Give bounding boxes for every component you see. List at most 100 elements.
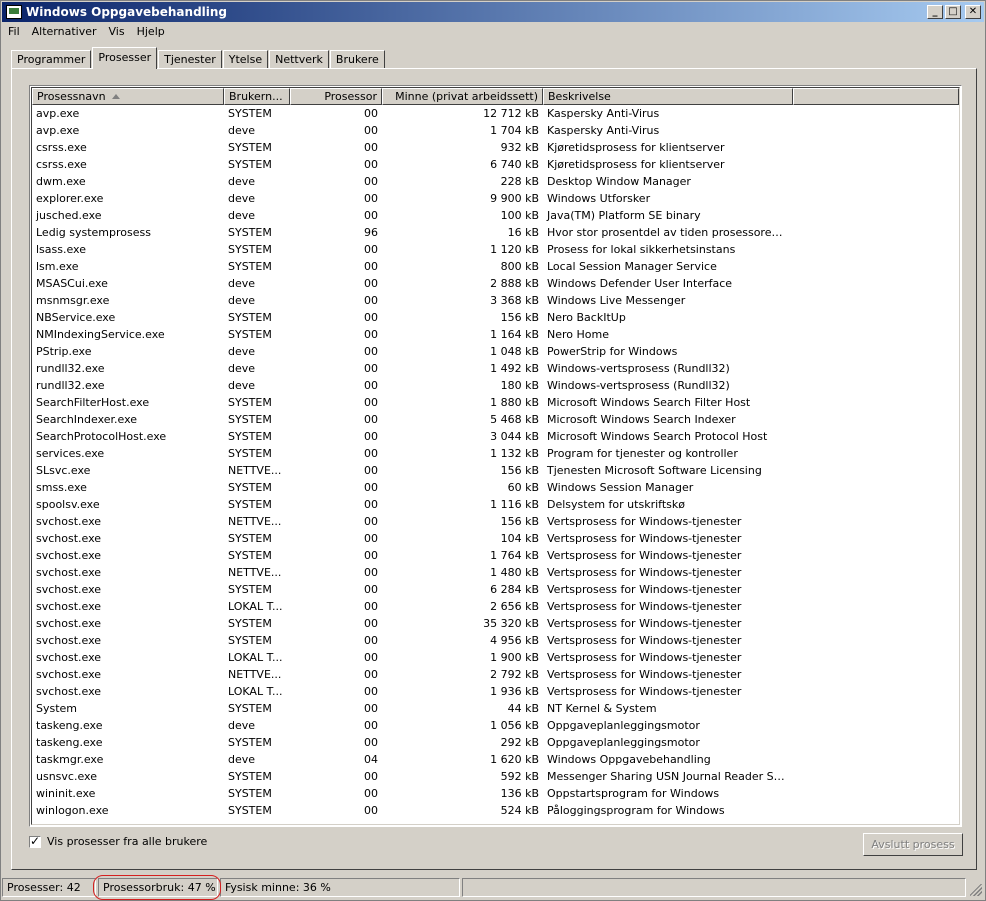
- process-row[interactable]: usnsvc.exe SYSTEM 00 592 kB Messenger Sharin…: [32, 768, 959, 785]
- process-row[interactable]: avp.exe SYSTEM 00 12 712 kB Kaspersky Anti-V…: [32, 105, 959, 122]
- process-row[interactable]: lsass.exe SYSTEM 00 1 120 kB Prosess for lok…: [32, 241, 959, 258]
- title-bar[interactable]: Windows Oppgavebehandling _ □ ✕: [2, 2, 984, 22]
- process-list[interactable]: Prosessnavn Brukern... Prosessor Minne (…: [29, 85, 962, 827]
- process-description-cell: Tjenesten Microsoft Software Licensing: [547, 464, 762, 477]
- process-cpu-cell: 00: [364, 260, 378, 273]
- minimize-button[interactable]: _: [927, 5, 943, 19]
- process-row[interactable]: avp.exe deve 00 1 704 kB Kaspersky Anti-Viru…: [32, 122, 959, 139]
- column-header-name[interactable]: Prosessnavn: [32, 88, 224, 105]
- process-description-cell: Windows Live Messenger: [547, 294, 686, 307]
- process-description-cell: Vertsprosess for Windows-tjenester: [547, 651, 742, 664]
- process-row[interactable]: explorer.exe deve 00 9 900 kB Windows Utfors…: [32, 190, 959, 207]
- process-row[interactable]: svchost.exe SYSTEM 00 6 284 kB Vertsprosess …: [32, 581, 959, 598]
- process-list-frame: Prosessnavn Brukern... Prosessor Minne (…: [31, 87, 960, 825]
- process-description-cell: Vertsprosess for Windows-tjenester: [547, 634, 742, 647]
- process-memory-cell: 1 480 kB: [490, 566, 539, 579]
- menu-options[interactable]: Alternativer: [26, 23, 103, 41]
- process-user-cell: deve: [228, 719, 256, 732]
- process-row[interactable]: PStrip.exe deve 00 1 048 kB PowerStrip for W…: [32, 343, 959, 360]
- process-row[interactable]: lsm.exe SYSTEM 00 800 kB Local Session Manag…: [32, 258, 959, 275]
- process-row[interactable]: rundll32.exe deve 00 180 kB Windows-vertspro…: [32, 377, 959, 394]
- process-name-cell: System: [36, 702, 78, 715]
- process-cpu-cell: 00: [364, 651, 378, 664]
- process-user-cell: SYSTEM: [228, 226, 272, 239]
- process-row[interactable]: SearchProtocolHost.exe SYSTEM 00 3 044 kB Mi…: [32, 428, 959, 445]
- status-physical-memory: Fysisk minne: 36 %: [220, 878, 460, 897]
- process-cpu-cell: 00: [364, 328, 378, 341]
- process-memory-cell: 6 284 kB: [490, 583, 539, 596]
- window-title: Windows Oppgavebehandling: [26, 5, 228, 19]
- tab-users[interactable]: Brukere: [329, 50, 385, 69]
- tab-performance[interactable]: Ytelse: [222, 50, 269, 69]
- process-row[interactable]: msnmsgr.exe deve 00 3 368 kB Windows Live Me…: [32, 292, 959, 309]
- resize-grip-icon[interactable]: [970, 884, 982, 896]
- process-row[interactable]: svchost.exe NETTVE... 00 1 480 kB Vertsprose…: [32, 564, 959, 581]
- process-description-cell: Vertsprosess for Windows-tjenester: [547, 549, 742, 562]
- process-row[interactable]: csrss.exe SYSTEM 00 932 kB Kjøretidsprosess …: [32, 139, 959, 156]
- process-row[interactable]: svchost.exe LOKAL T... 00 1 900 kB Vertspros…: [32, 649, 959, 666]
- process-name-cell: Ledig systemprosess: [36, 226, 151, 239]
- tab-processes[interactable]: Prosesser: [92, 47, 158, 69]
- process-description-cell: Windows Utforsker: [547, 192, 651, 205]
- process-user-cell: deve: [228, 277, 256, 290]
- process-description-cell: NT Kernel & System: [547, 702, 657, 715]
- tab-services[interactable]: Tjenester: [158, 50, 222, 69]
- column-header-user[interactable]: Brukern...: [224, 88, 290, 105]
- process-name-cell: csrss.exe: [36, 141, 87, 154]
- process-row[interactable]: jusched.exe deve 00 100 kB Java(TM) Platform…: [32, 207, 959, 224]
- process-row[interactable]: SLsvc.exe NETTVE... 00 156 kB Tjenesten Micr…: [32, 462, 959, 479]
- process-name-cell: smss.exe: [36, 481, 87, 494]
- process-row[interactable]: services.exe SYSTEM 00 1 132 kB Program for …: [32, 445, 959, 462]
- tab-networking[interactable]: Nettverk: [269, 50, 329, 69]
- process-row[interactable]: spoolsv.exe SYSTEM 00 1 116 kB Delsystem for…: [32, 496, 959, 513]
- process-row[interactable]: NMIndexingService.exe SYSTEM 00 1 164 kB Ner…: [32, 326, 959, 343]
- show-all-users-row[interactable]: Vis prosesser fra alle brukere: [29, 834, 207, 848]
- process-row[interactable]: csrss.exe SYSTEM 00 6 740 kB Kjøretidsproses…: [32, 156, 959, 173]
- process-row[interactable]: Ledig systemprosess SYSTEM 96 16 kB Hvor sto…: [32, 224, 959, 241]
- process-row[interactable]: taskeng.exe deve 00 1 056 kB Oppgaveplanlegg…: [32, 717, 959, 734]
- process-row[interactable]: SearchIndexer.exe SYSTEM 00 5 468 kB Microso…: [32, 411, 959, 428]
- process-row[interactable]: wininit.exe SYSTEM 00 136 kB Oppstartsprogra…: [32, 785, 959, 802]
- process-cpu-cell: 00: [364, 396, 378, 409]
- column-header-memory[interactable]: Minne (privat arbeidssett): [382, 88, 543, 105]
- column-header-cpu[interactable]: Prosessor: [290, 88, 382, 105]
- menu-help[interactable]: Hjelp: [131, 23, 171, 41]
- process-row[interactable]: winlogon.exe SYSTEM 00 524 kB Påloggingsprog…: [32, 802, 959, 819]
- process-cpu-cell: 00: [364, 634, 378, 647]
- process-row[interactable]: dwm.exe deve 00 228 kB Desktop Window Manage…: [32, 173, 959, 190]
- process-row[interactable]: MSASCui.exe deve 00 2 888 kB Windows Defende…: [32, 275, 959, 292]
- process-row[interactable]: taskmgr.exe deve 04 1 620 kB Windows Oppgave…: [32, 751, 959, 768]
- process-description-cell: Nero BackItUp: [547, 311, 626, 324]
- process-row[interactable]: svchost.exe LOKAL T... 00 1 936 kB Vertspros…: [32, 683, 959, 700]
- menu-view[interactable]: Vis: [103, 23, 131, 41]
- process-row[interactable]: System SYSTEM 00 44 kB NT Kernel & System: [32, 700, 959, 717]
- status-bar: Prosesser: 42 Prosessorbruk: 47 % Fysisk…: [2, 875, 984, 900]
- close-button[interactable]: ✕: [965, 5, 981, 19]
- process-row[interactable]: svchost.exe SYSTEM 00 4 956 kB Vertsprosess …: [32, 632, 959, 649]
- menu-file[interactable]: Fil: [2, 23, 26, 41]
- process-row[interactable]: svchost.exe SYSTEM 00 35 320 kB Vertsprosess…: [32, 615, 959, 632]
- process-row[interactable]: svchost.exe NETTVE... 00 156 kB Vertsprosess…: [32, 513, 959, 530]
- show-all-users-checkbox[interactable]: [29, 834, 41, 848]
- process-user-cell: NETTVE...: [228, 464, 282, 477]
- process-description-cell: Windows-vertsprosess (Rundll32): [547, 362, 730, 375]
- process-row[interactable]: rundll32.exe deve 00 1 492 kB Windows-vertsp…: [32, 360, 959, 377]
- process-user-cell: SYSTEM: [228, 498, 272, 511]
- process-row[interactable]: svchost.exe NETTVE... 00 2 792 kB Vertsprose…: [32, 666, 959, 683]
- column-header-description[interactable]: Beskrivelse: [543, 88, 793, 105]
- process-row[interactable]: taskeng.exe SYSTEM 00 292 kB Oppgaveplanlegg…: [32, 734, 959, 751]
- end-process-button[interactable]: Avslutt prosess: [863, 833, 963, 856]
- process-row[interactable]: svchost.exe SYSTEM 00 104 kB Vertsprosess fo…: [32, 530, 959, 547]
- maximize-button[interactable]: □: [945, 5, 961, 19]
- process-row[interactable]: NBService.exe SYSTEM 00 156 kB Nero BackItUp: [32, 309, 959, 326]
- tab-applications[interactable]: Programmer: [11, 50, 92, 69]
- process-row[interactable]: smss.exe SYSTEM 00 60 kB Windows Session Man…: [32, 479, 959, 496]
- process-name-cell: SearchFilterHost.exe: [36, 396, 150, 409]
- process-name-cell: svchost.exe: [36, 549, 102, 562]
- process-name-cell: dwm.exe: [36, 175, 86, 188]
- process-user-cell: SYSTEM: [228, 787, 272, 800]
- process-row[interactable]: SearchFilterHost.exe SYSTEM 00 1 880 kB Micr…: [32, 394, 959, 411]
- process-user-cell: SYSTEM: [228, 447, 272, 460]
- process-row[interactable]: svchost.exe SYSTEM 00 1 764 kB Vertsprosess …: [32, 547, 959, 564]
- process-row[interactable]: svchost.exe LOKAL T... 00 2 656 kB Vertspros…: [32, 598, 959, 615]
